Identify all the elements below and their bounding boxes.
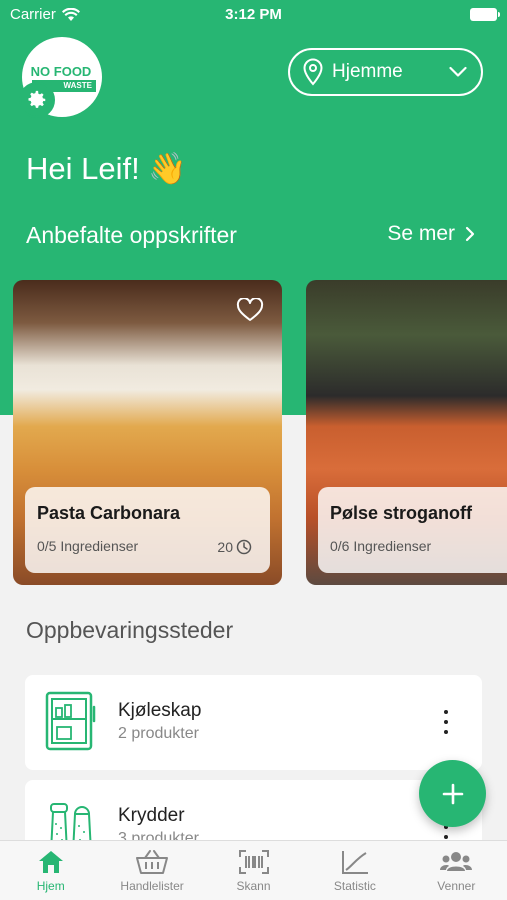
location-selector[interactable]: Hjemme <box>288 48 483 96</box>
chevron-right-icon <box>465 226 475 242</box>
tab-shopping-lists[interactable]: Handlelister <box>101 841 202 900</box>
recipe-title: Pølse stroganoff <box>330 503 473 523</box>
recipe-title: Pasta Carbonara <box>37 503 181 523</box>
status-time: 3:12 PM <box>225 6 282 23</box>
storage-count: 2 produkter <box>118 725 199 742</box>
battery-icon <box>470 8 500 21</box>
location-label: Hjemme <box>332 61 403 82</box>
gear-icon <box>28 90 46 108</box>
recipes-section-title: Anbefalte oppskrifter <box>26 222 237 248</box>
greeting: Hei Leif! 👋 <box>26 151 187 186</box>
basket-icon <box>136 850 169 874</box>
recipe-ingredients: 0/6 Ingredienser <box>330 538 432 554</box>
recipe-info-panel: Pasta Carbonara 0/5 Ingredienser 20 <box>25 487 270 573</box>
tab-friends[interactable]: Venner <box>406 841 507 900</box>
clock-icon <box>236 539 252 555</box>
fridge-icon <box>45 691 96 751</box>
chart-icon <box>341 851 368 874</box>
more-options-icon[interactable] <box>442 710 450 734</box>
tab-label: Handlelister <box>120 879 184 893</box>
tab-label: Hjem <box>36 879 65 893</box>
chevron-down-icon <box>449 66 467 77</box>
storage-name: Krydder <box>118 805 185 826</box>
logo-text: NO FOOD <box>30 64 92 79</box>
recipe-card[interactable]: Pasta Carbonara 0/5 Ingredienser 20 <box>13 280 282 585</box>
tab-label: Venner <box>437 879 476 893</box>
tab-home[interactable]: Hjem <box>0 841 101 900</box>
barcode-icon <box>238 850 269 874</box>
tab-label: Skann <box>236 879 271 893</box>
add-button[interactable] <box>419 760 486 827</box>
storage-name: Kjøleskap <box>118 700 202 721</box>
storage-item[interactable]: Kjøleskap 2 produkter <box>25 675 482 770</box>
tab-statistic[interactable]: Statistic <box>304 841 405 900</box>
storage-section-title: Oppbevaringssteder <box>26 617 234 643</box>
status-bar: Carrier 3:12 PM <box>0 0 507 30</box>
settings-button[interactable] <box>19 82 55 118</box>
heart-icon[interactable] <box>236 298 264 322</box>
location-pin-icon <box>303 58 323 86</box>
friends-icon <box>440 852 473 871</box>
recipe-time-value: 20 <box>217 539 233 555</box>
recipe-card[interactable]: Pølse stroganoff 0/6 Ingredienser <box>306 280 507 585</box>
recipe-time: 20 <box>217 539 252 555</box>
see-more-link[interactable]: Se mer <box>387 222 475 246</box>
recipe-info-panel: Pølse stroganoff 0/6 Ingredienser <box>318 487 507 573</box>
tab-label: Statistic <box>333 879 376 893</box>
home-icon <box>38 851 63 873</box>
tab-scan[interactable]: Skann <box>203 841 304 900</box>
see-more-label: Se mer <box>387 222 455 245</box>
plus-icon <box>442 783 463 804</box>
tab-bar: Hjem Handlelister Skann Statistic Venner <box>0 840 507 900</box>
